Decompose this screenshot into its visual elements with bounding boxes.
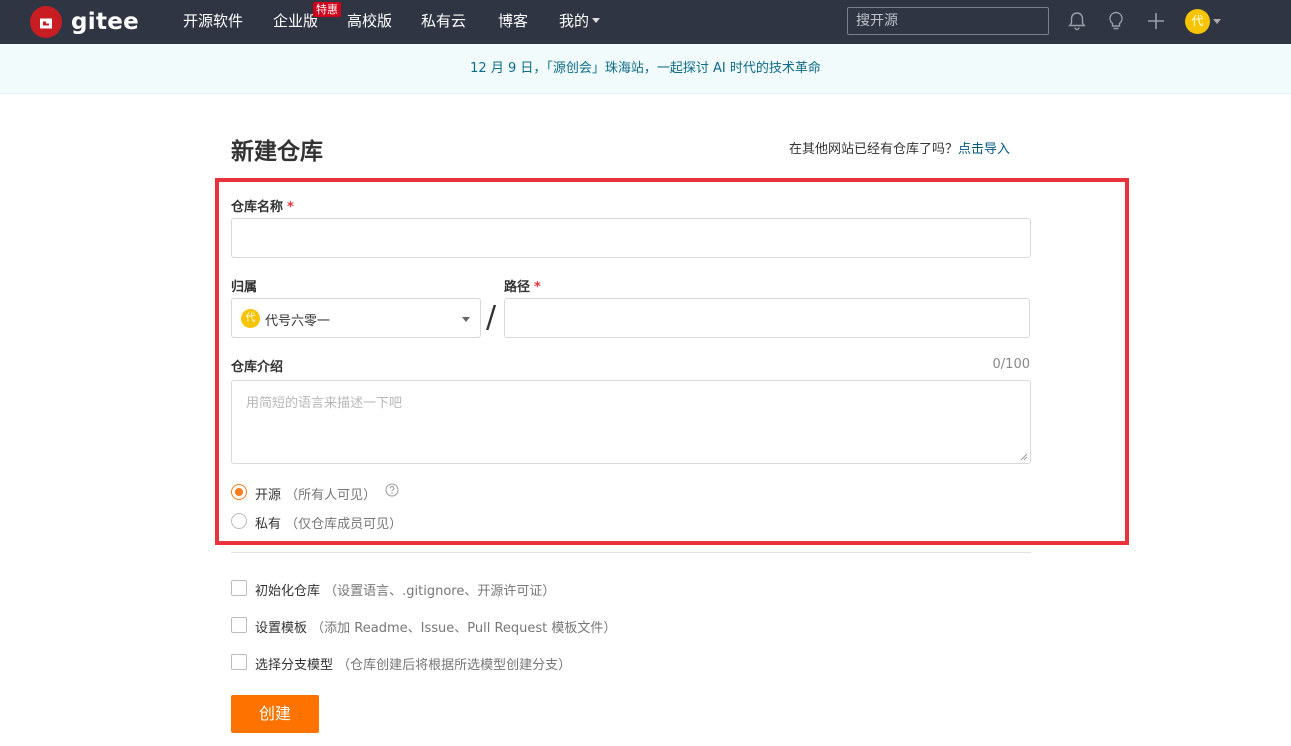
chevron-down-icon bbox=[462, 317, 470, 322]
announcement-banner[interactable]: 12 月 9 日，「源创会」珠海站，一起探讨 AI 时代的技术革命 bbox=[0, 44, 1291, 94]
visibility-public-label: 开源 （所有人可见） bbox=[255, 484, 376, 503]
description-textarea[interactable]: 用简短的语言来描述一下吧 bbox=[231, 380, 1031, 464]
init-repo-text: 初始化仓库 bbox=[255, 584, 321, 599]
template-label: 设置模板 （添加 Readme、Issue、Pull Request 模板文件） bbox=[255, 617, 616, 636]
init-repo-hint: （设置语言、.gitignore、开源许可证） bbox=[324, 584, 556, 599]
visibility-private-text: 私有 bbox=[255, 517, 282, 532]
repo-name-label-text: 仓库名称 bbox=[231, 200, 284, 215]
nav-item-enterprise[interactable]: 企业版 bbox=[273, 11, 318, 31]
init-repo-label: 初始化仓库 （设置语言、.gitignore、开源许可证） bbox=[255, 580, 555, 599]
page-title: 新建仓库 bbox=[231, 139, 323, 165]
chevron-down-icon bbox=[592, 18, 601, 23]
template-hint: （添加 Readme、Issue、Pull Request 模板文件） bbox=[311, 621, 617, 636]
visibility-private-radio[interactable] bbox=[231, 513, 247, 529]
path-label: 路径 * bbox=[504, 276, 541, 295]
path-label-text: 路径 bbox=[504, 280, 531, 295]
template-checkbox[interactable] bbox=[231, 617, 247, 633]
import-link[interactable]: 点击导入 bbox=[958, 142, 1010, 157]
visibility-public-hint: （所有人可见） bbox=[285, 488, 377, 503]
description-counter: 0/100 bbox=[992, 357, 1030, 372]
import-prompt: 在其他网站已经有仓库了吗？点击导入 bbox=[789, 138, 1010, 157]
init-repo-checkbox[interactable] bbox=[231, 580, 247, 596]
nav-item-mine[interactable]: 我的 bbox=[559, 11, 601, 31]
gitee-logo[interactable]: gitee bbox=[30, 6, 139, 38]
nav-item-open-source[interactable]: 开源软件 bbox=[183, 11, 243, 31]
required-mark: * bbox=[534, 280, 541, 295]
gitee-logo-icon bbox=[30, 6, 62, 38]
create-button[interactable]: 创建 bbox=[231, 695, 319, 733]
user-avatar[interactable]: 代 bbox=[1185, 9, 1210, 34]
top-navbar: gitee 开源软件 企业版 特惠 高校版 私有云 博客 我的 搜开源 代 bbox=[0, 0, 1291, 44]
resize-grip-icon[interactable] bbox=[1020, 453, 1028, 461]
section-divider bbox=[231, 552, 1031, 553]
owner-value: 代号六零一 bbox=[265, 314, 331, 329]
avatar-chevron-down-icon[interactable] bbox=[1213, 19, 1221, 24]
import-prompt-text: 在其他网站已经有仓库了吗？ bbox=[789, 142, 959, 157]
branch-model-text: 选择分支模型 bbox=[255, 658, 334, 673]
branch-model-label: 选择分支模型 （仓库创建后将根据所选模型创建分支） bbox=[255, 654, 571, 673]
nav-item-education[interactable]: 高校版 bbox=[347, 11, 392, 31]
search-input[interactable]: 搜开源 bbox=[847, 7, 1049, 35]
visibility-private-hint: （仅仓库成员可见） bbox=[285, 517, 403, 532]
plus-icon[interactable] bbox=[1145, 10, 1167, 32]
description-placeholder: 用简短的语言来描述一下吧 bbox=[246, 396, 403, 411]
branch-model-checkbox[interactable] bbox=[231, 654, 247, 670]
nav-item-mine-label: 我的 bbox=[559, 12, 590, 30]
template-text: 设置模板 bbox=[255, 621, 308, 636]
visibility-public-radio[interactable] bbox=[231, 484, 247, 500]
required-mark: * bbox=[287, 200, 294, 215]
description-label: 仓库介绍 bbox=[231, 360, 284, 375]
promo-badge: 特惠 bbox=[313, 2, 341, 17]
path-input[interactable] bbox=[504, 298, 1030, 338]
owner-select[interactable]: 代 代号六零一 bbox=[231, 298, 481, 338]
repo-name-input[interactable] bbox=[231, 218, 1031, 258]
question-circle-icon[interactable] bbox=[385, 483, 399, 497]
repo-name-label: 仓库名称 * bbox=[231, 196, 294, 215]
brand-name: gitee bbox=[71, 9, 140, 35]
branch-model-hint: （仓库创建后将根据所选模型创建分支） bbox=[337, 658, 572, 673]
owner-label: 归属 bbox=[231, 280, 258, 295]
owner-avatar: 代 bbox=[241, 309, 260, 328]
bell-icon[interactable] bbox=[1066, 10, 1088, 32]
nav-item-private-cloud[interactable]: 私有云 bbox=[421, 11, 466, 31]
nav-item-blog[interactable]: 博客 bbox=[498, 11, 528, 31]
path-separator: / bbox=[486, 300, 497, 335]
visibility-private-label: 私有 （仅仓库成员可见） bbox=[255, 513, 402, 532]
visibility-public-text: 开源 bbox=[255, 488, 282, 503]
lightbulb-icon[interactable] bbox=[1105, 10, 1127, 32]
